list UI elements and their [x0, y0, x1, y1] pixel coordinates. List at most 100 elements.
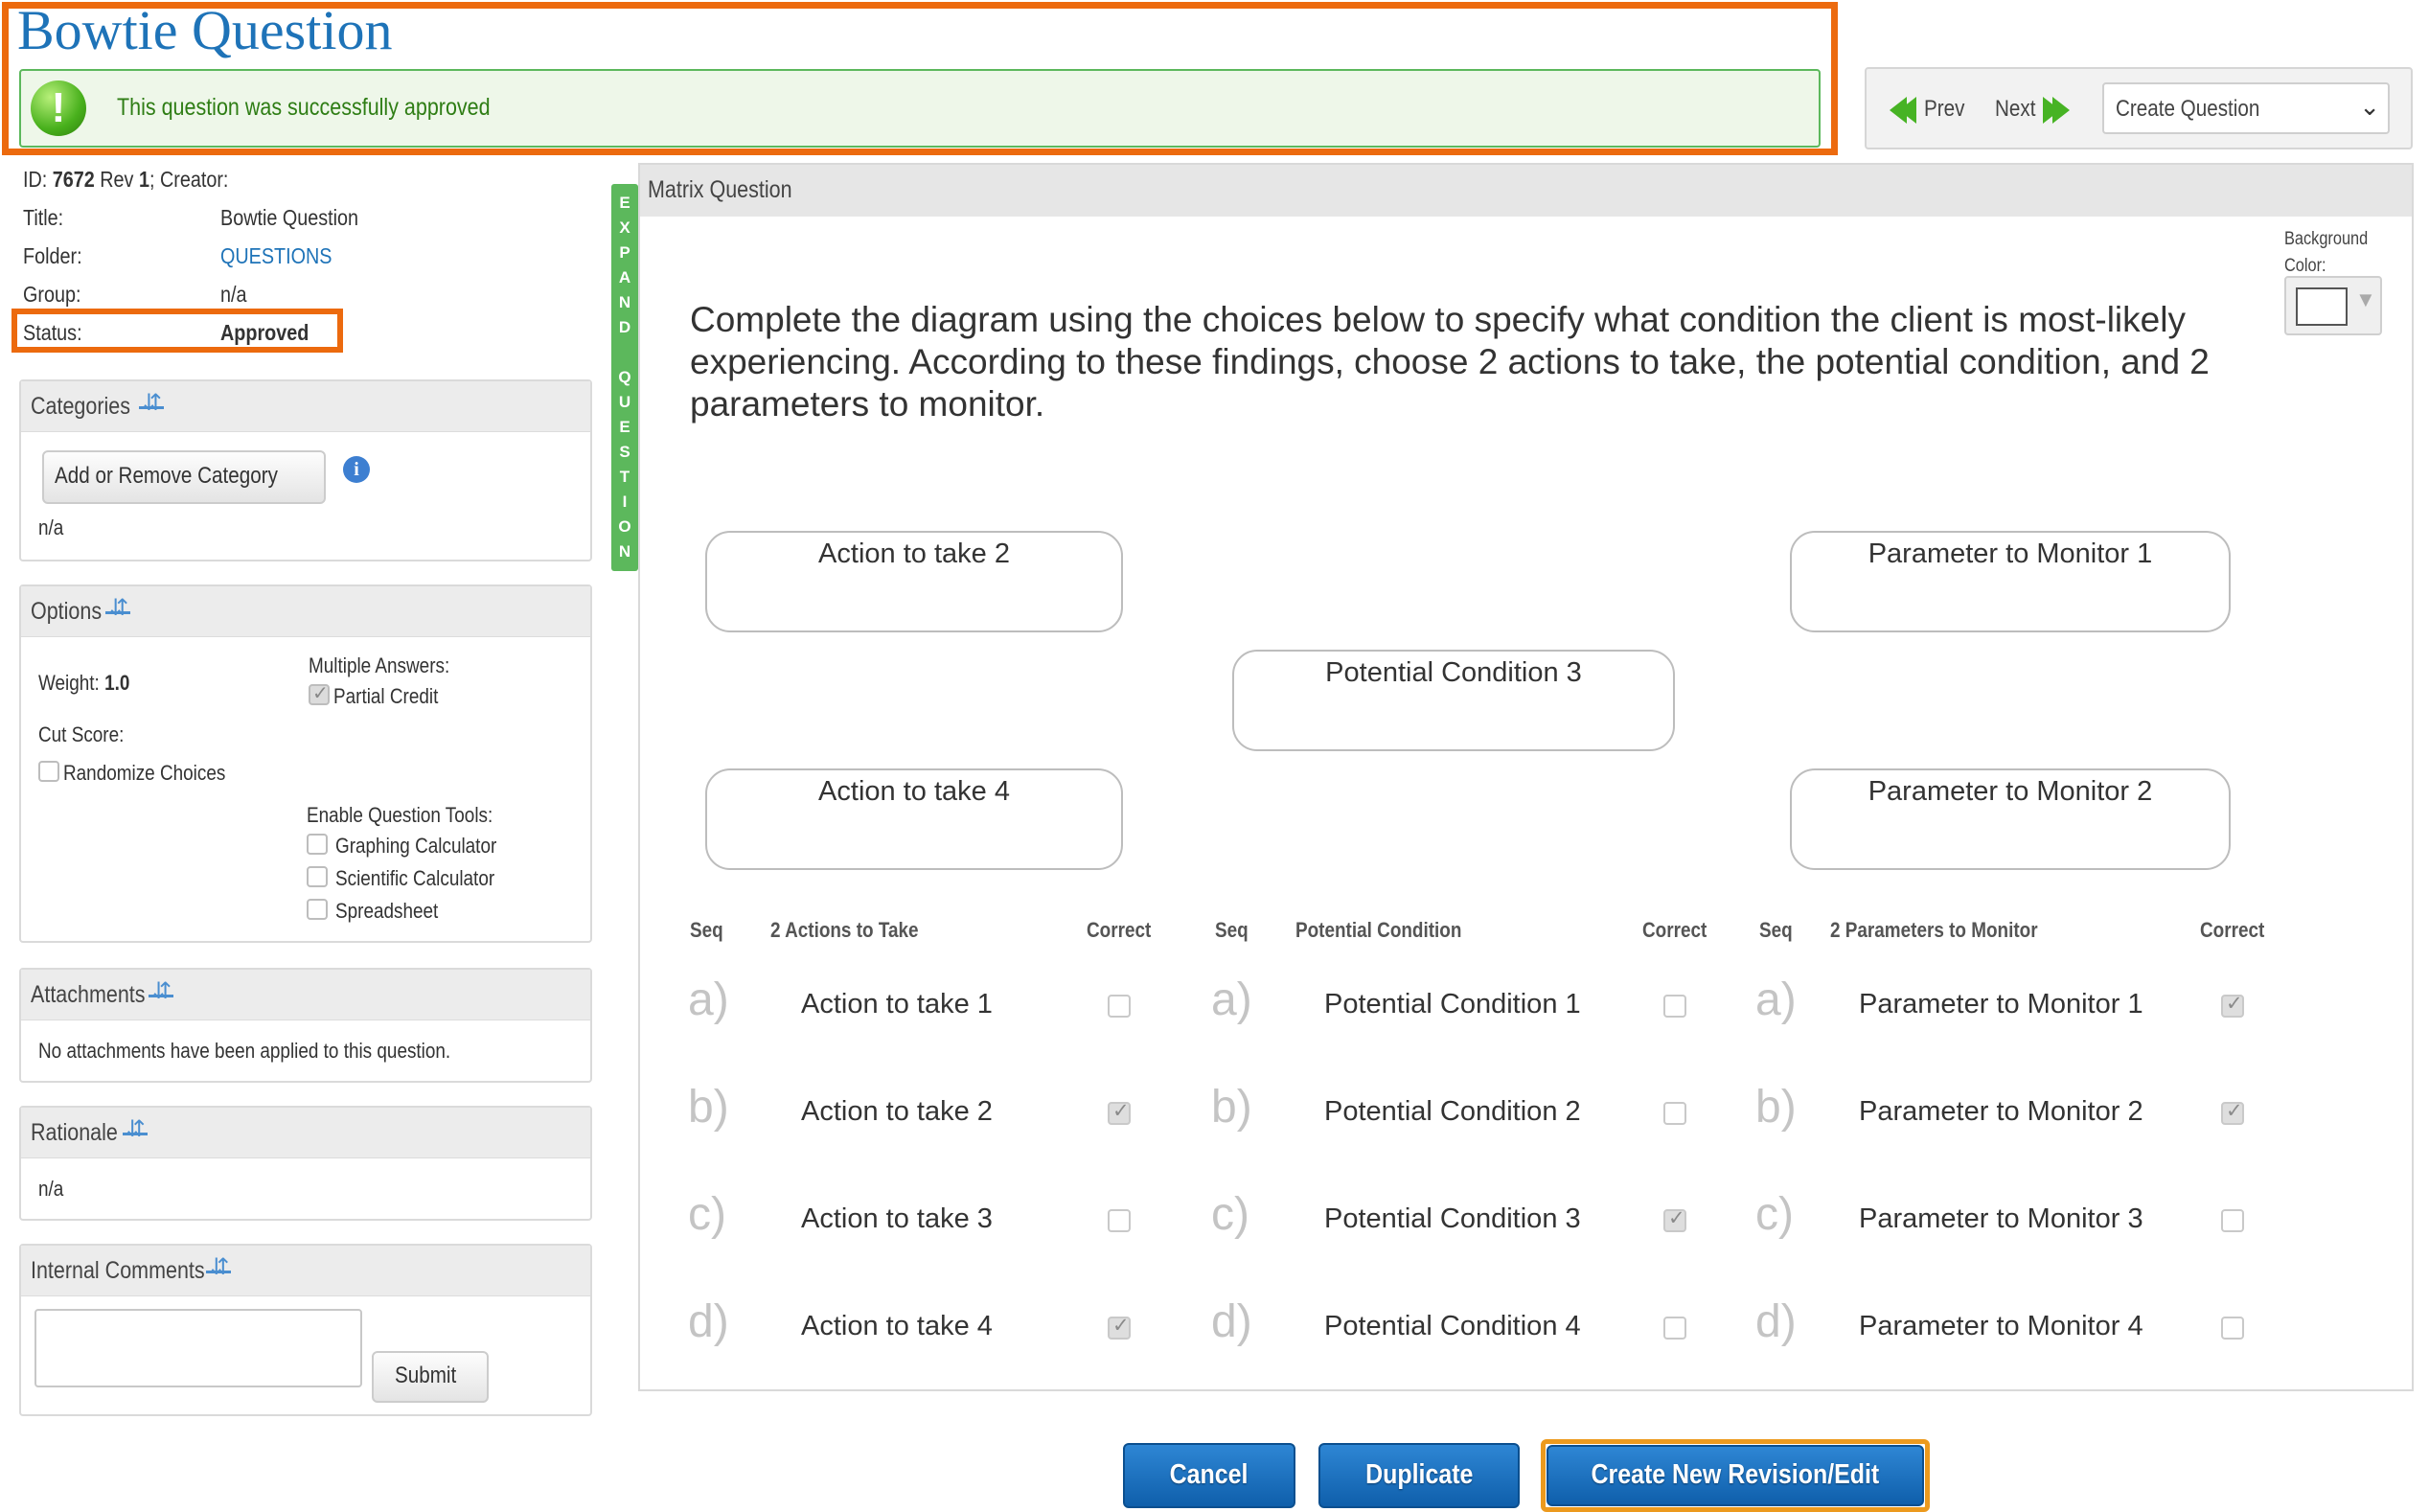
attachments-title: Attachments	[31, 977, 173, 1009]
matrix-question-header: Matrix Question	[640, 165, 2412, 217]
parameters-header: 2 Parameters to Monitor	[1830, 918, 2038, 942]
creator-label: ; Creator:	[149, 167, 229, 192]
next-button[interactable]: Next	[1995, 94, 2081, 126]
weight-label: Weight:	[38, 671, 100, 695]
seq-header: Seq	[690, 918, 723, 942]
rationale-panel: Rationale n/a	[19, 1106, 592, 1221]
row-seq-actions: c)	[688, 1189, 726, 1240]
row-seq-parameters: a)	[1755, 974, 1797, 1025]
question-stem: Complete the diagram using the choices b…	[690, 300, 2210, 424]
row-seq-actions: d)	[688, 1296, 729, 1347]
background-color-picker[interactable]: ▼	[2284, 276, 2382, 335]
collapse-icon[interactable]	[138, 389, 164, 420]
expand-letter: U	[618, 393, 631, 411]
spreadsheet-label: Spreadsheet	[335, 899, 439, 923]
collapse-icon[interactable]	[122, 1115, 148, 1146]
condition-correct-checkbox[interactable]	[1663, 995, 1686, 1018]
row-seq-parameters: d)	[1755, 1296, 1797, 1347]
expand-letter: S	[619, 443, 630, 461]
id-value: 7672	[52, 167, 95, 192]
info-icon[interactable]: i	[343, 456, 370, 483]
action-correct-checkbox[interactable]	[1108, 1209, 1131, 1232]
expand-letter: X	[619, 218, 630, 237]
group-label: Group:	[23, 282, 81, 307]
options-title: Options	[31, 594, 131, 626]
row-seq-condition: c)	[1211, 1189, 1249, 1240]
weight-value: 1.0	[104, 671, 130, 695]
cancel-button[interactable]: Cancel	[1123, 1443, 1295, 1508]
action-correct-checkbox[interactable]	[1108, 1099, 1131, 1125]
matrix-question-panel: Matrix Question Background Color: ▼ Comp…	[638, 163, 2414, 1391]
action-choice: Action to take 3	[801, 1203, 993, 1234]
title-value: Bowtie Question	[220, 205, 359, 230]
comments-header[interactable]: Internal Comments	[21, 1246, 590, 1296]
create-question-select[interactable]: Create Question ⌄	[2102, 82, 2390, 134]
action-correct-checkbox[interactable]	[1108, 1314, 1131, 1340]
row-seq-actions: b)	[688, 1082, 729, 1133]
add-remove-category-button[interactable]: Add or Remove Category	[42, 450, 326, 504]
group-value: n/a	[220, 282, 247, 307]
condition-choice: Potential Condition 4	[1324, 1311, 1581, 1341]
next-label: Next	[1995, 96, 2036, 122]
categories-header[interactable]: Categories	[21, 381, 590, 432]
expand-letter: E	[619, 194, 630, 212]
condition-header: Potential Condition	[1295, 918, 1462, 942]
condition-drop-box[interactable]: Potential Condition 3	[1232, 650, 1675, 751]
collapse-icon[interactable]	[148, 977, 173, 1008]
expand-letter: N	[618, 293, 631, 311]
revision-highlight-frame	[1541, 1439, 1930, 1512]
folder-link[interactable]: QUESTIONS	[220, 243, 350, 269]
row-seq-condition: b)	[1211, 1082, 1252, 1133]
prev-button[interactable]: Prev	[1890, 94, 1978, 126]
actions-header: 2 Actions to Take	[770, 918, 919, 942]
rationale-header[interactable]: Rationale	[21, 1108, 590, 1158]
expand-letter: O	[618, 517, 631, 536]
expand-letter: A	[618, 268, 631, 286]
parameter-correct-checkbox[interactable]	[2221, 1209, 2244, 1232]
action-choice: Action to take 4	[801, 1311, 993, 1341]
prev-label: Prev	[1924, 96, 1965, 122]
parameter-drop-box-bottom[interactable]: Parameter to Monitor 2	[1790, 768, 2231, 870]
expand-letter: P	[619, 243, 630, 262]
action-correct-checkbox[interactable]	[1108, 995, 1131, 1018]
parameter-correct-checkbox[interactable]	[2221, 1099, 2244, 1125]
rationale-value: n/a	[38, 1177, 64, 1201]
seq-header: Seq	[1215, 918, 1249, 942]
condition-choice: Potential Condition 3	[1324, 1203, 1581, 1234]
randomize-checkbox[interactable]	[38, 761, 59, 782]
action-drop-box-bottom[interactable]: Action to take 4	[705, 768, 1123, 870]
scientific-calculator-checkbox[interactable]	[307, 866, 328, 887]
condition-correct-checkbox[interactable]	[1663, 1206, 1686, 1232]
comments-title: Internal Comments	[31, 1253, 233, 1285]
parameter-correct-checkbox[interactable]	[2221, 992, 2244, 1018]
options-header[interactable]: Options	[21, 586, 590, 637]
action-choice: Action to take 1	[801, 989, 993, 1019]
correct-header: Correct	[1087, 918, 1152, 942]
duplicate-button[interactable]: Duplicate	[1318, 1443, 1520, 1508]
success-banner: ! This question was successfully approve…	[19, 69, 1821, 148]
correct-header: Correct	[2200, 918, 2265, 942]
comment-textarea[interactable]	[34, 1309, 362, 1387]
categories-title: Categories	[31, 389, 164, 421]
graphing-calculator-checkbox[interactable]	[307, 834, 328, 855]
exclamation-icon: !	[31, 80, 86, 136]
seq-header: Seq	[1759, 918, 1793, 942]
row-seq-condition: a)	[1211, 974, 1252, 1025]
spreadsheet-checkbox[interactable]	[307, 899, 328, 920]
scientific-calculator-label: Scientific Calculator	[335, 866, 495, 890]
submit-comment-button[interactable]: Submit	[372, 1351, 489, 1403]
condition-correct-checkbox[interactable]	[1663, 1102, 1686, 1125]
attachments-header[interactable]: Attachments	[21, 970, 590, 1020]
condition-correct-checkbox[interactable]	[1663, 1317, 1686, 1340]
expand-question-toggle[interactable]: E X P A N D Q U E S T I O N	[611, 184, 638, 571]
graphing-calculator-label: Graphing Calculator	[335, 834, 497, 858]
folder-label: Folder:	[23, 243, 82, 268]
parameter-correct-checkbox[interactable]	[2221, 1317, 2244, 1340]
expand-letter: T	[619, 468, 630, 486]
collapse-icon[interactable]	[105, 594, 131, 625]
action-drop-box-top[interactable]: Action to take 2	[705, 531, 1123, 632]
parameter-drop-box-top[interactable]: Parameter to Monitor 1	[1790, 531, 2231, 632]
partial-credit-checkbox[interactable]	[309, 681, 330, 705]
categories-panel: Categories Add or Remove Category i n/a	[19, 379, 592, 561]
collapse-icon[interactable]	[206, 1253, 232, 1284]
